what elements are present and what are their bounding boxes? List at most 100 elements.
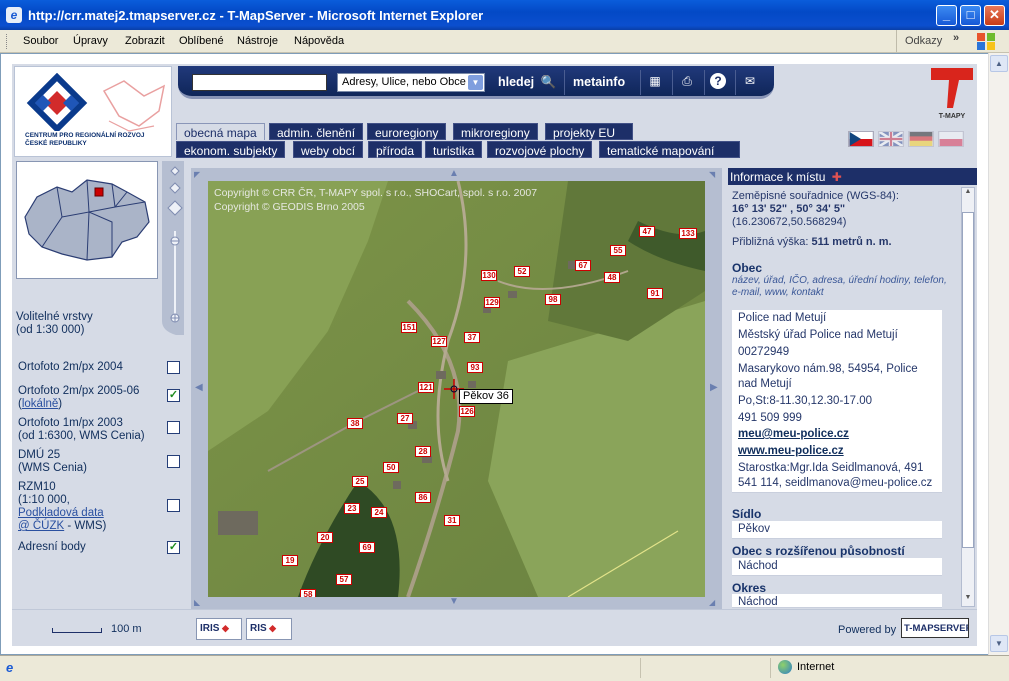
pan-northeast-icon[interactable]: ◥ [709, 170, 715, 179]
zoom-slider[interactable] [158, 161, 184, 335]
address-point[interactable]: 127 [431, 336, 447, 347]
obec-www-link[interactable]: www.meu-police.cz [732, 443, 942, 461]
pan-north-icon[interactable]: ▲ [449, 168, 459, 179]
address-point[interactable]: 28 [415, 446, 431, 457]
address-point[interactable]: 31 [444, 515, 460, 526]
pan-southeast-icon[interactable]: ◢ [709, 598, 715, 607]
overview-minimap[interactable] [16, 161, 158, 279]
email-icon[interactable]: ✉ [741, 72, 759, 90]
pan-east-icon[interactable]: ▶ [710, 382, 718, 393]
print-icon[interactable]: ⎙ [678, 72, 696, 90]
toolbar-grip[interactable] [6, 34, 9, 49]
tab-admin-cleneni[interactable]: admin. členění [269, 123, 364, 140]
address-point[interactable]: 57 [336, 574, 352, 585]
address-point[interactable]: 52 [514, 266, 530, 277]
address-point[interactable]: 37 [464, 332, 480, 343]
layer-checkbox-rzm10[interactable] [167, 499, 180, 512]
address-point[interactable]: 48 [604, 272, 620, 283]
address-point[interactable]: 121 [418, 382, 434, 393]
window-titlebar[interactable]: e http://crr.matej2.tmapserver.cz - T-Ma… [0, 0, 1009, 30]
flag-cz-icon[interactable] [848, 131, 874, 147]
scroll-up-icon[interactable]: ▲ [990, 55, 1008, 72]
scroll-down-icon[interactable]: ▼ [990, 635, 1008, 652]
tab-projekty-eu[interactable]: projekty EU [545, 123, 633, 140]
menu-upravy[interactable]: Úpravy [73, 35, 108, 47]
tab-turistika[interactable]: turistika [425, 141, 483, 158]
address-point[interactable]: 91 [647, 288, 663, 299]
pan-south-icon[interactable]: ▼ [449, 596, 459, 607]
address-point[interactable]: 47 [639, 226, 655, 237]
tab-mikroregiony[interactable]: mikroregiony [453, 123, 538, 140]
tab-ekonom-subjekty[interactable]: ekonom. subjekty [176, 141, 286, 158]
crr-logo[interactable]: CENTRUM PRO REGIONÁLNÍ ROZVOJ ČESKÉ REPU… [14, 66, 172, 157]
search-input[interactable] [192, 74, 327, 91]
address-point[interactable]: 50 [383, 462, 399, 473]
address-point[interactable]: 24 [371, 507, 387, 518]
links-chevron-icon[interactable]: » [953, 32, 959, 44]
pan-west-icon[interactable]: ◀ [195, 382, 203, 393]
window-title: http://crr.matej2.tmapserver.cz - T-MapS… [28, 8, 484, 23]
tab-tematicke-mapovani[interactable]: tematické mapování [599, 141, 740, 158]
address-point[interactable]: 25 [352, 476, 368, 487]
layer-checkbox-adresni-body[interactable]: ✓ [167, 541, 180, 554]
search-type-select[interactable]: Adresy, Ulice, nebo Obce ▼ [337, 73, 485, 92]
iris-logo-link[interactable]: IRIS ◆ [196, 618, 242, 640]
ris-logo-link[interactable]: RIS ◆ [246, 618, 292, 640]
menu-napoveda[interactable]: Nápověda [294, 35, 344, 47]
layer-checkbox-ortofoto-2003[interactable] [167, 421, 180, 434]
help-icon[interactable]: ? [710, 73, 726, 89]
tmapserver-logo-link[interactable]: T-MAPSERVER [901, 618, 969, 638]
layer-checkbox-dmu25[interactable] [167, 455, 180, 468]
scroll-thumb[interactable] [962, 212, 974, 548]
address-point[interactable]: 27 [397, 413, 413, 424]
address-point[interactable]: 19 [282, 555, 298, 566]
address-point[interactable]: 151 [401, 322, 417, 333]
legend-icon[interactable]: ▦ [646, 72, 664, 90]
address-point[interactable]: 130 [481, 270, 497, 281]
orthophoto-map[interactable]: Copyright © CRR ČR, T-MAPY spol. s r.o.,… [208, 181, 705, 597]
address-point[interactable]: 93 [467, 362, 483, 373]
scroll-up-icon[interactable]: ▲ [962, 188, 974, 198]
flag-de-icon[interactable] [908, 131, 934, 147]
scroll-down-icon[interactable]: ▼ [962, 594, 974, 604]
metainfo-button[interactable]: metainfo [573, 75, 625, 89]
address-point[interactable]: 67 [575, 260, 591, 271]
address-point[interactable]: 133 [679, 228, 697, 239]
flag-gb-icon[interactable] [878, 131, 904, 147]
address-point[interactable]: 126 [459, 406, 475, 417]
address-point[interactable]: 98 [545, 294, 561, 305]
address-point[interactable]: 55 [610, 245, 626, 256]
close-button[interactable]: ✕ [984, 5, 1005, 26]
menu-oblibene[interactable]: Oblíbené [179, 35, 224, 47]
tab-weby-obci[interactable]: weby obcí [293, 141, 364, 158]
browser-vertical-scrollbar[interactable]: ▲ ▼ [988, 53, 1009, 655]
address-point[interactable]: 86 [415, 492, 431, 503]
tab-rozvojove-plochy[interactable]: rozvojové plochy [487, 141, 593, 158]
address-point[interactable]: 129 [484, 297, 500, 308]
address-point[interactable]: 69 [359, 542, 375, 553]
menu-nastroje[interactable]: Nástroje [237, 35, 278, 47]
search-button[interactable]: hledej 🔍 [498, 75, 556, 90]
menu-soubor[interactable]: Soubor [23, 35, 58, 47]
links-toolbar[interactable]: Odkazy » [896, 30, 976, 52]
chevron-down-icon[interactable]: ▼ [468, 75, 483, 90]
address-point[interactable]: 20 [317, 532, 333, 543]
info-scrollbar[interactable]: ▲ ▼ [961, 187, 975, 607]
menu-zobrazit[interactable]: Zobrazit [125, 35, 165, 47]
layer-checkbox-ortofoto-2004[interactable] [167, 361, 180, 374]
obec-email-link[interactable]: meu@meu-police.cz [732, 426, 942, 444]
address-point[interactable]: 38 [347, 418, 363, 429]
flag-pl-icon[interactable] [938, 131, 964, 147]
pan-southwest-icon[interactable]: ◣ [194, 598, 200, 607]
minimize-button[interactable]: _ [936, 5, 957, 26]
tab-obecna-mapa[interactable]: obecná mapa [176, 123, 265, 140]
tab-euroregiony[interactable]: euroregiony [367, 123, 447, 140]
t-mapy-logo[interactable]: T-MAPY [929, 66, 975, 120]
tab-priroda[interactable]: příroda [368, 141, 423, 158]
pan-northwest-icon[interactable]: ◤ [194, 170, 200, 179]
layer-link-lokalne[interactable]: lokálně [22, 398, 58, 410]
layer-checkbox-ortofoto-2005[interactable]: ✓ [167, 389, 180, 402]
maximize-button[interactable]: □ [960, 5, 981, 26]
address-point[interactable]: 23 [344, 503, 360, 514]
address-point[interactable]: 58 [300, 589, 316, 597]
